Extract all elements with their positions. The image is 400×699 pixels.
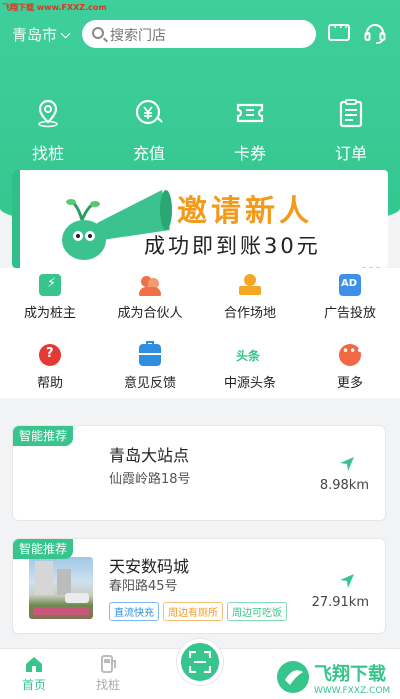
headline-icon-text: 头条 bbox=[236, 349, 261, 363]
quick-find-pile[interactable]: 找桩 bbox=[8, 98, 88, 164]
grid-become-partner[interactable]: 成为合伙人 bbox=[100, 274, 200, 321]
help-icon: ? bbox=[39, 344, 61, 366]
city-label: 青岛市 bbox=[12, 26, 58, 44]
banner-subline: 成功即到账30元 bbox=[144, 234, 321, 258]
quick-label: 充值 bbox=[132, 144, 165, 163]
grid-feedback[interactable]: 意见反馈 bbox=[100, 341, 200, 391]
quick-coupons[interactable]: 卡券 bbox=[210, 98, 290, 164]
grid-label: 帮助 bbox=[36, 376, 63, 391]
site-pin-icon bbox=[239, 274, 261, 296]
ad-icon: AD bbox=[339, 274, 361, 296]
people-icon bbox=[139, 274, 161, 296]
search-icon bbox=[92, 27, 104, 39]
grid-advertising[interactable]: AD 广告投放 bbox=[300, 274, 400, 321]
station-address: 春阳路45号 bbox=[109, 579, 178, 594]
chip: 周边有厕所 bbox=[163, 602, 223, 621]
chip: 周边可吃饭 bbox=[227, 602, 287, 621]
station-distance: 27.91km bbox=[311, 595, 369, 610]
grid-label: 中源头条 bbox=[223, 376, 276, 391]
banner-stripe bbox=[12, 170, 20, 268]
navigate-arrow-icon[interactable] bbox=[339, 573, 355, 589]
headline-icon: 头条 bbox=[236, 344, 264, 366]
ticket-icon bbox=[236, 103, 264, 123]
clipboard-icon bbox=[339, 99, 363, 128]
charging-pile-icon: ⚡ bbox=[39, 274, 61, 296]
station-address: 仙霞岭路18号 bbox=[109, 472, 191, 487]
chip: 直流快充 bbox=[109, 602, 159, 621]
tab-label: 首页 bbox=[21, 678, 46, 692]
scan-icon bbox=[189, 651, 211, 673]
grid-label: 成为合伙人 bbox=[117, 306, 183, 321]
grid-more[interactable]: ••• 更多 bbox=[300, 344, 400, 391]
quick-recharge[interactable]: 充值 bbox=[109, 98, 189, 164]
recommend-tag: 智能推荐 bbox=[13, 426, 73, 446]
quick-orders[interactable]: 订单 bbox=[311, 98, 391, 164]
quick-label: 订单 bbox=[334, 144, 367, 163]
briefcase-icon bbox=[139, 341, 161, 366]
grid-help[interactable]: ? 帮助 bbox=[0, 344, 100, 391]
svg-text:飞翔下载: 飞翔下载 bbox=[314, 663, 386, 685]
navigate-arrow-icon[interactable] bbox=[339, 456, 355, 472]
charging-station-icon bbox=[101, 655, 116, 673]
banner-pager bbox=[362, 256, 383, 268]
search-input[interactable]: 搜索门店 bbox=[82, 20, 316, 48]
grid-label: 合作场地 bbox=[223, 306, 276, 321]
watermark: 飞翔下载 www.FXXZ.com bbox=[2, 3, 107, 12]
banner-headline: 邀请新人 bbox=[177, 194, 313, 229]
search-placeholder: 搜索门店 bbox=[110, 28, 166, 44]
tab-home[interactable]: 首页 bbox=[4, 655, 64, 693]
more-icon: ••• bbox=[339, 344, 363, 366]
feixiang-logo-icon: 飞翔下载 WWW.FXXZ.COM bbox=[277, 661, 390, 696]
scan-button[interactable] bbox=[177, 639, 223, 685]
station-card[interactable]: 智能推荐 天安数码城 春阳路45号 直流快充 周边有厕所 周边可吃饭 27.91km bbox=[12, 538, 386, 634]
station-name: 青岛大站点 bbox=[109, 446, 190, 465]
grid-label: 意见反馈 bbox=[123, 376, 176, 391]
yen-coin-icon bbox=[135, 99, 163, 125]
location-pin-icon bbox=[38, 99, 58, 128]
station-distance: 8.98km bbox=[319, 478, 369, 493]
grid-become-owner[interactable]: ⚡ 成为桩主 bbox=[0, 274, 100, 321]
quick-label: 找桩 bbox=[31, 144, 64, 163]
svg-text:WWW.FXXZ.COM: WWW.FXXZ.COM bbox=[314, 686, 390, 696]
grid-label: 成为桩主 bbox=[23, 306, 76, 321]
chevron-down-icon bbox=[60, 28, 71, 39]
service-grid: ⚡ 成为桩主 成为合伙人 合作场地 AD 广告投放 ? 帮助 意见反馈 头条 中… bbox=[0, 268, 400, 398]
home-icon bbox=[26, 657, 42, 672]
station-card[interactable]: 智能推荐 青岛大站点 仙霞岭路18号 8.98km bbox=[12, 425, 386, 521]
top-bar: 青岛市 搜索门店 bbox=[0, 18, 400, 50]
recommend-tag: 智能推荐 bbox=[13, 539, 73, 559]
grid-cooperation-site[interactable]: 合作场地 bbox=[200, 274, 300, 321]
invite-banner[interactable]: 邀请新人 成功即到账30元 bbox=[12, 170, 388, 268]
brand-logo: 飞翔下载 WWW.FXXZ.COM bbox=[276, 658, 394, 696]
station-name: 天安数码城 bbox=[109, 557, 190, 576]
quick-label: 卡券 bbox=[233, 144, 266, 163]
grid-label: 更多 bbox=[336, 376, 363, 391]
city-selector[interactable]: 青岛市 bbox=[12, 24, 71, 45]
grid-headlines[interactable]: 头条 中源头条 bbox=[200, 344, 300, 391]
message-icon[interactable] bbox=[328, 20, 350, 41]
tab-find[interactable]: 找桩 bbox=[78, 655, 138, 693]
headset-icon[interactable] bbox=[364, 22, 386, 44]
station-photo bbox=[29, 557, 93, 619]
tab-label: 找桩 bbox=[95, 678, 120, 692]
grid-label: 广告投放 bbox=[323, 306, 376, 321]
station-chips: 直流快充 周边有厕所 周边可吃饭 bbox=[109, 601, 291, 621]
